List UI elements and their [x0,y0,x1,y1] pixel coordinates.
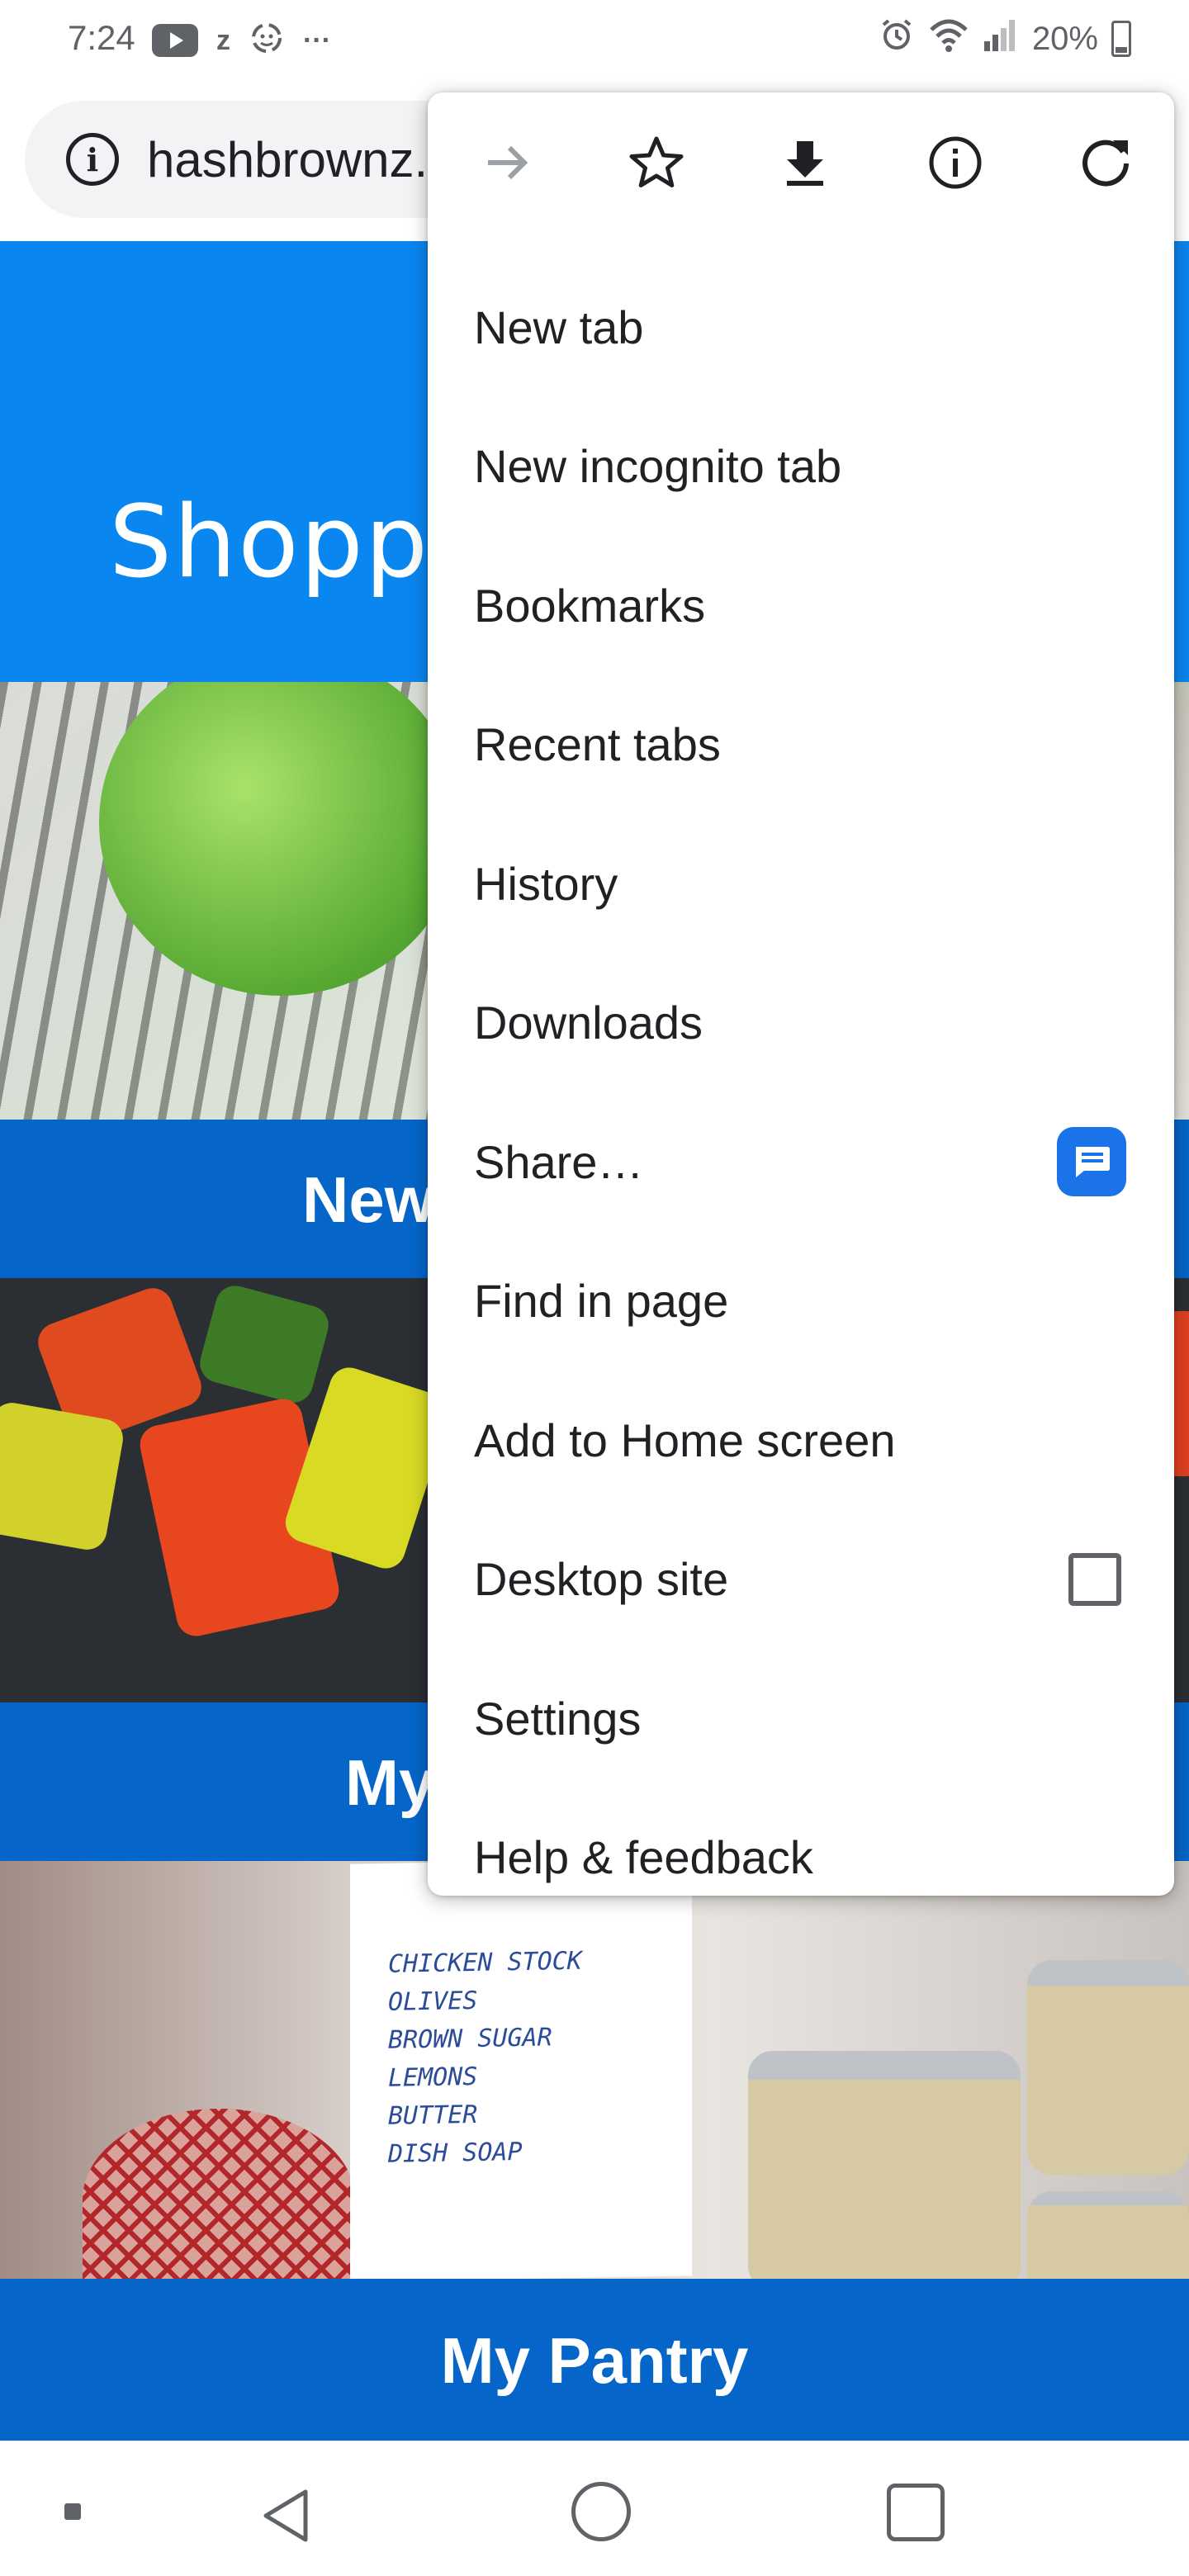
sync-face-icon [249,20,285,60]
seed-jar [1027,1960,1189,2175]
menu-item-label: New tab [474,301,644,353]
note-line: CHICKEN STOCK [388,1946,582,1979]
note-line: OLIVES [388,1986,478,2017]
download-icon[interactable] [768,125,842,200]
menu-item-label: Bookmarks [474,579,706,632]
menu-item-label: Settings [474,1692,642,1745]
battery-percent: 20% [1031,20,1098,57]
menu-item-label: Share… [474,1135,644,1188]
menu-item-label: Add to Home screen [474,1413,896,1466]
menu-item-help-feedback[interactable]: Help & feedback [428,1788,1174,1928]
menu-item-new-tab[interactable]: New tab [428,258,1174,397]
battery-icon [1111,21,1131,57]
menu-list: New tab New incognito tab Bookmarks Rece… [428,258,1174,1927]
my-pantry-label: My Pantry [440,2324,749,2397]
desktop-site-checkbox[interactable] [1068,1552,1121,1606]
menu-item-share[interactable]: Share… [428,1092,1174,1232]
menu-item-recent-tabs[interactable]: Recent tabs [428,675,1174,815]
keyboard-dot-icon[interactable] [64,2503,81,2520]
menu-item-label: History [474,857,618,910]
bookmark-star-icon[interactable] [619,125,694,200]
menu-item-label: Downloads [474,997,703,1049]
youtube-icon [152,23,198,57]
wifi-icon [928,17,969,61]
menu-item-downloads[interactable]: Downloads [428,954,1174,1093]
menu-item-label: New incognito tab [474,440,842,493]
menu-item-settings[interactable]: Settings [428,1649,1174,1788]
menu-item-label: Desktop site [474,1553,729,1606]
menu-item-desktop-site[interactable]: Desktop site [428,1510,1174,1650]
note-line: BROWN SUGAR [388,2023,552,2055]
pepper-piece [0,1399,126,1553]
messages-share-icon[interactable] [1057,1127,1126,1197]
zucchini-piece [195,1281,334,1408]
menu-item-label: Recent tabs [474,718,721,771]
menu-item-history[interactable]: History [428,814,1174,954]
reload-icon[interactable] [1068,125,1143,200]
note-line: BUTTER [388,2100,478,2131]
note-line: DISH SOAP [388,2137,523,2169]
more-notifications-icon: ··· [303,24,331,56]
page-info-icon[interactable] [918,125,992,200]
my-pantry-banner[interactable]: My Pantry [0,2279,1189,2441]
forward-icon[interactable] [471,125,545,200]
alarm-icon [879,17,915,61]
overflow-menu: New tab New incognito tab Bookmarks Rece… [428,92,1174,1896]
onion-mesh-bag [83,2109,355,2279]
system-indicators: 20% [879,17,1131,61]
url-text[interactable]: hashbrownz. [147,131,428,188]
menu-item-find-in-page[interactable]: Find in page [428,1232,1174,1371]
note-text: CHICKEN STOCK OLIVES BROWN SUGAR LEMONS … [388,1943,582,2174]
menu-item-add-to-home-screen[interactable]: Add to Home screen [428,1371,1174,1510]
note-line: LEMONS [388,2062,478,2093]
signal-icon [983,17,1019,61]
home-icon[interactable] [571,2482,631,2541]
menu-icon-row [428,92,1174,233]
seed-jar [1027,2191,1189,2279]
notification-icons: z ··· [152,20,331,60]
menu-item-label: Help & feedback [474,1831,813,1884]
site-info-icon[interactable]: i [66,133,119,186]
status-bar: 7:24 z ··· 20% [0,0,1189,79]
menu-item-label: Find in page [474,1275,729,1328]
menu-item-new-incognito-tab[interactable]: New incognito tab [428,397,1174,537]
overview-icon[interactable] [887,2484,945,2541]
menu-item-bookmarks[interactable]: Bookmarks [428,536,1174,675]
status-time: 7:24 [68,18,135,57]
zoom-z-icon: z [216,24,230,56]
seed-jar [748,2051,1021,2279]
back-icon[interactable] [258,2487,315,2545]
system-nav-bar [0,2441,1189,2576]
